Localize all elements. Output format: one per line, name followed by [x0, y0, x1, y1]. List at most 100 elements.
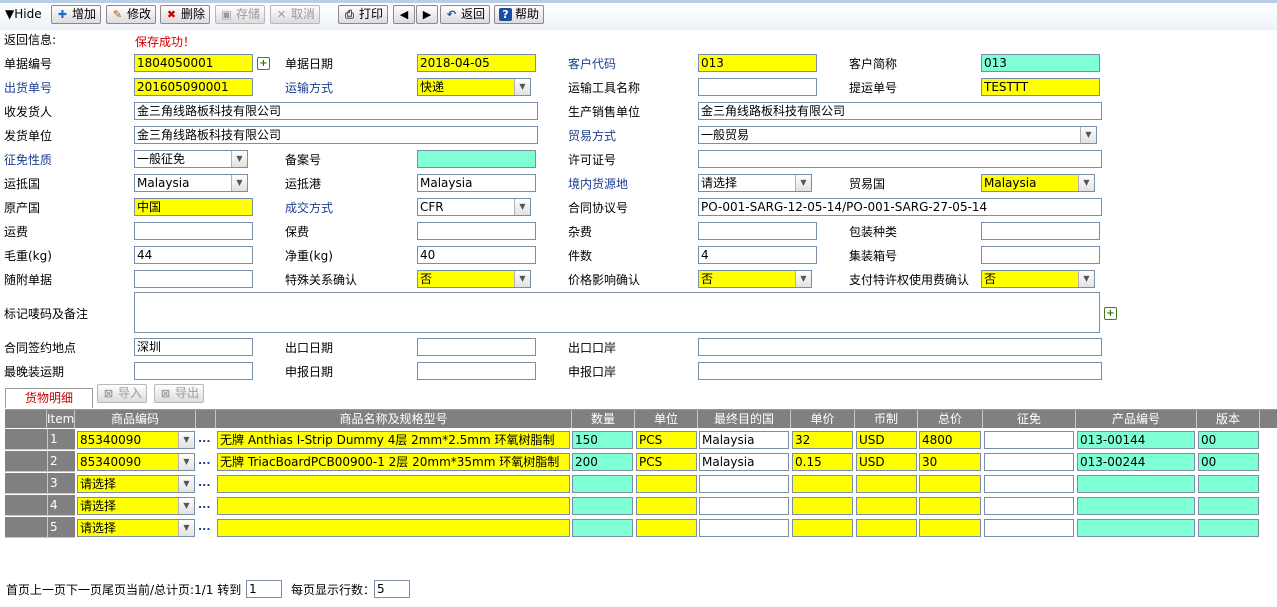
doc-no-field[interactable]: 1804050001 [134, 54, 253, 72]
chevron-down-icon[interactable]: ▼ [795, 175, 811, 191]
cell-qty[interactable] [572, 475, 633, 493]
container-field[interactable] [981, 246, 1100, 264]
chevron-down-icon[interactable]: ▼ [178, 520, 194, 536]
cell-name[interactable]: 无牌 TriacBoardPCB00900-1 2层 20mm*35mm 环氧树… [217, 453, 570, 471]
customer-short-field[interactable]: 013 [981, 54, 1100, 72]
cell-qty[interactable] [572, 519, 633, 537]
cell-product-no[interactable] [1077, 497, 1195, 515]
cell-levy[interactable] [984, 431, 1074, 449]
cell-product-no[interactable] [1077, 475, 1195, 493]
lookup-ellipsis-icon[interactable]: ... [198, 520, 211, 533]
record-field[interactable] [417, 150, 536, 168]
lookup-ellipsis-icon[interactable]: ... [198, 498, 211, 511]
misc-field[interactable] [698, 222, 817, 240]
cell-version[interactable] [1198, 475, 1259, 493]
chevron-down-icon[interactable]: ▼ [178, 476, 194, 492]
chevron-down-icon[interactable]: ▼ [1078, 271, 1094, 287]
help-button[interactable]: ? 帮助 [494, 5, 545, 24]
chevron-down-icon[interactable]: ▼ [1078, 175, 1094, 191]
chevron-down-icon[interactable]: ▼ [231, 151, 247, 167]
row-selector[interactable] [5, 429, 47, 450]
cell-currency[interactable] [856, 497, 917, 515]
cell-price[interactable]: 32 [792, 431, 853, 449]
cell-currency[interactable]: USD [856, 453, 917, 471]
cell-levy[interactable] [984, 497, 1074, 515]
cell-currency[interactable]: USD [856, 431, 917, 449]
cell-dest[interactable]: Malaysia [699, 453, 789, 471]
deal-select[interactable]: CFR ▼ [417, 198, 531, 216]
hide-toggle[interactable]: ▼Hide [5, 7, 42, 21]
cell-code[interactable]: 85340090 ▼ [77, 431, 195, 449]
cell-name[interactable] [217, 497, 570, 515]
cancel-button[interactable]: ✕ 取消 [270, 5, 321, 24]
cell-dest[interactable] [699, 519, 789, 537]
cell-unit[interactable]: PCS [636, 453, 697, 471]
add-doc-icon[interactable]: + [257, 57, 270, 70]
cell-unit[interactable] [636, 475, 697, 493]
docs-field[interactable] [134, 270, 253, 288]
cell-dest[interactable] [699, 475, 789, 493]
chevron-down-icon[interactable]: ▼ [178, 432, 194, 448]
goto-page-input[interactable]: 1 [246, 580, 282, 598]
cell-code[interactable]: 请选择 ▼ [77, 497, 195, 515]
cell-price[interactable]: 0.15 [792, 453, 853, 471]
cell-dest[interactable]: Malaysia [699, 431, 789, 449]
cell-version[interactable]: 00 [1198, 431, 1259, 449]
transport-select[interactable]: 快递 ▼ [417, 78, 531, 96]
cell-unit[interactable] [636, 497, 697, 515]
cell-price[interactable] [792, 475, 853, 493]
cell-version[interactable] [1198, 519, 1259, 537]
cell-qty[interactable] [572, 497, 633, 515]
cell-total[interactable]: 30 [919, 453, 981, 471]
pager-text[interactable]: 首页上一页下一页尾页当前/总计页:1/1 转到 [6, 583, 241, 597]
freight-field[interactable] [134, 222, 253, 240]
cell-code[interactable]: 85340090 ▼ [77, 453, 195, 471]
chevron-down-icon[interactable]: ▼ [178, 498, 194, 514]
cell-price[interactable] [792, 497, 853, 515]
doc-date-field[interactable]: 2018-04-05 [417, 54, 536, 72]
next-record-button[interactable]: ▶ [416, 5, 438, 24]
lookup-ellipsis-icon[interactable]: ... [198, 454, 211, 467]
row-selector[interactable] [5, 451, 47, 472]
cell-name[interactable]: 无牌 Anthias I-Strip Dummy 4层 2mm*2.5mm 环氧… [217, 431, 570, 449]
producer-field[interactable]: 金三角线路板科技有限公司 [698, 102, 1102, 120]
trade-country-select[interactable]: Malaysia ▼ [981, 174, 1095, 192]
print-button[interactable]: ⎙ 打印 [338, 5, 389, 24]
cell-total[interactable] [919, 475, 981, 493]
declare-port-field[interactable] [698, 362, 1102, 380]
cell-unit[interactable]: PCS [636, 431, 697, 449]
vehicle-field[interactable] [698, 78, 817, 96]
save-button[interactable]: ▣ 存储 [215, 5, 266, 24]
row-selector[interactable] [5, 517, 47, 538]
levy-select[interactable]: 一般征免 ▼ [134, 150, 248, 168]
royalty-select[interactable]: 否 ▼ [981, 270, 1095, 288]
trade-mode-select[interactable]: 一般贸易 ▼ [698, 126, 1097, 144]
cell-levy[interactable] [984, 453, 1074, 471]
special-select[interactable]: 否 ▼ [417, 270, 531, 288]
license-field[interactable] [698, 150, 1102, 168]
row-selector[interactable] [5, 473, 47, 494]
cell-code[interactable]: 请选择 ▼ [77, 475, 195, 493]
contract-field[interactable]: PO-001-SARG-12-05-14/PO-001-SARG-27-05-1… [698, 198, 1102, 216]
origin-country-field[interactable]: 中国 [134, 198, 253, 216]
bl-field[interactable]: TESTTT [981, 78, 1100, 96]
cell-price[interactable] [792, 519, 853, 537]
add-button[interactable]: ✚ 增加 [51, 5, 102, 24]
origin-place-select[interactable]: 请选择 ▼ [698, 174, 812, 192]
cell-qty[interactable]: 150 [572, 431, 633, 449]
chevron-down-icon[interactable]: ▼ [514, 271, 530, 287]
prev-record-button[interactable]: ◀ [393, 5, 415, 24]
cell-levy[interactable] [984, 475, 1074, 493]
cell-product-no[interactable]: 013-00144 [1077, 431, 1195, 449]
cell-version[interactable] [1198, 497, 1259, 515]
cell-product-no[interactable]: 013-00244 [1077, 453, 1195, 471]
lookup-ellipsis-icon[interactable]: ... [198, 432, 211, 445]
export-port-field[interactable] [698, 338, 1102, 356]
cell-currency[interactable] [856, 475, 917, 493]
cell-product-no[interactable] [1077, 519, 1195, 537]
dest-country-select[interactable]: Malaysia ▼ [134, 174, 248, 192]
chevron-down-icon[interactable]: ▼ [231, 175, 247, 191]
import-button[interactable]: ⊠ 导入 [97, 384, 148, 403]
cell-levy[interactable] [984, 519, 1074, 537]
gross-field[interactable]: 44 [134, 246, 253, 264]
